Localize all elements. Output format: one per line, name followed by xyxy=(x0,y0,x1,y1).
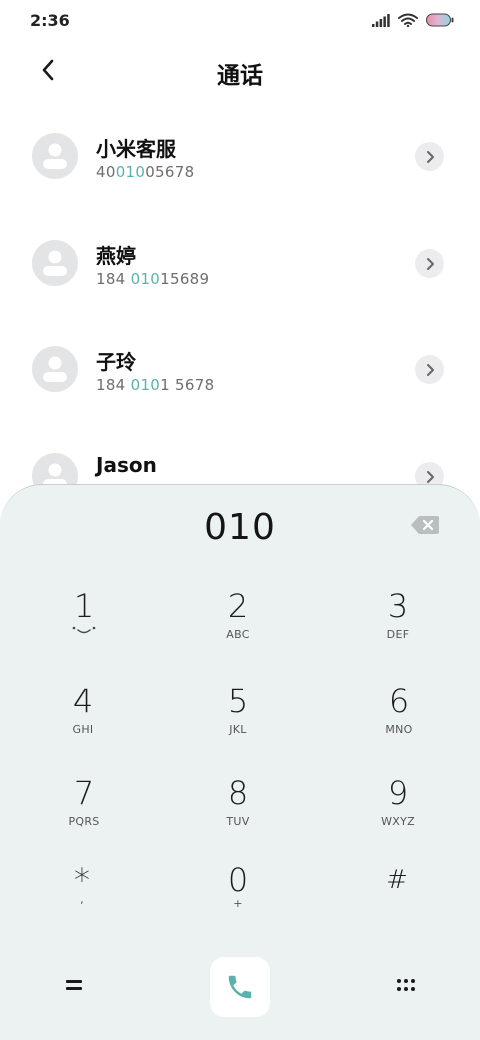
key-digit: 8 xyxy=(227,774,249,812)
contact-name: Jason xyxy=(96,453,157,477)
key-letters: + xyxy=(233,897,243,910)
contact-number: 184 0101 5678 xyxy=(96,376,215,394)
contact-number: 184 01015689 xyxy=(96,270,210,288)
chevron-right-icon xyxy=(426,363,434,376)
contact-row[interactable]: 燕婷 184 01015689 xyxy=(0,212,480,312)
call-button[interactable] xyxy=(210,957,270,1017)
contact-detail-button[interactable] xyxy=(415,355,444,384)
keypad-toggle-button[interactable] xyxy=(390,969,422,1001)
contact-name: 燕婷 xyxy=(96,244,136,268)
key-digit: 4 xyxy=(72,682,94,720)
battery-icon xyxy=(426,12,454,31)
key-0[interactable]: 0 + xyxy=(183,861,293,931)
key-6[interactable]: 6 MNO xyxy=(344,682,454,752)
key-5[interactable]: 5 JKL xyxy=(183,682,293,752)
contact-detail-button[interactable] xyxy=(415,142,444,171)
key-digit: 1 xyxy=(73,587,95,625)
key-9[interactable]: 9 WXYZ xyxy=(343,774,453,844)
status-bar: 2:36 xyxy=(0,0,480,42)
key-3[interactable]: 3 DEF xyxy=(343,587,453,657)
backspace-icon xyxy=(411,516,439,534)
key-letters: WXYZ xyxy=(381,815,415,828)
keypad-grid-icon xyxy=(397,979,415,991)
contact-detail-button[interactable] xyxy=(415,249,444,278)
key-letters: , xyxy=(80,893,84,906)
header: 通话 xyxy=(0,44,480,96)
phone-icon xyxy=(228,975,252,999)
contact-number: 4001005678 xyxy=(96,163,195,181)
key-letters: MNO xyxy=(385,723,413,736)
key-hash[interactable]: # xyxy=(342,861,452,931)
key-letters: TUV xyxy=(226,815,250,828)
avatar xyxy=(32,133,78,179)
key-digit: 2 xyxy=(227,587,249,625)
equals-button[interactable] xyxy=(58,969,90,1001)
wifi-icon xyxy=(398,12,418,31)
signal-icon xyxy=(372,12,390,31)
contact-name: 子玲 xyxy=(96,350,136,374)
key-letters: JKL xyxy=(229,723,247,736)
key-7[interactable]: 7 PQRS xyxy=(29,774,139,844)
avatar xyxy=(32,240,78,286)
key-letters: GHI xyxy=(72,723,94,736)
key-digit: 7 xyxy=(73,774,95,812)
backspace-button[interactable] xyxy=(410,515,444,539)
contact-name: 小米客服 xyxy=(96,137,176,161)
contact-row[interactable]: 小米客服 4001005678 xyxy=(0,105,480,205)
key-letters: ABC xyxy=(226,628,250,641)
contact-row[interactable]: 子玲 184 0101 5678 xyxy=(0,318,480,418)
key-digit: 5 xyxy=(227,682,249,720)
key-digit: 0 xyxy=(227,861,249,899)
status-icons xyxy=(372,12,454,31)
key-digit: 3 xyxy=(387,587,409,625)
chevron-right-icon xyxy=(426,257,434,270)
status-time: 2:36 xyxy=(30,11,70,30)
key-letters: DEF xyxy=(386,628,410,641)
key-letters: PQRS xyxy=(68,815,100,828)
page-title: 通话 xyxy=(217,63,263,89)
key-4[interactable]: 4 GHI xyxy=(28,682,138,752)
avatar xyxy=(32,346,78,392)
key-star[interactable]: * , xyxy=(27,861,137,931)
voicemail-smile-icon xyxy=(72,626,96,634)
key-8[interactable]: 8 TUV xyxy=(183,774,293,844)
key-digit: 6 xyxy=(388,682,410,720)
key-digit: # xyxy=(386,865,408,895)
chevron-right-icon xyxy=(426,470,434,483)
dialpad: 010 1 2 ABC 3 DEF 4 GHI 5 JKL 6 MNO 7 PQ… xyxy=(0,484,480,1040)
equals-icon xyxy=(66,980,82,990)
key-2[interactable]: 2 ABC xyxy=(183,587,293,657)
key-digit: 9 xyxy=(387,774,409,812)
key-1[interactable]: 1 xyxy=(29,587,139,657)
chevron-right-icon xyxy=(426,150,434,163)
dial-display: 010 xyxy=(204,507,276,548)
